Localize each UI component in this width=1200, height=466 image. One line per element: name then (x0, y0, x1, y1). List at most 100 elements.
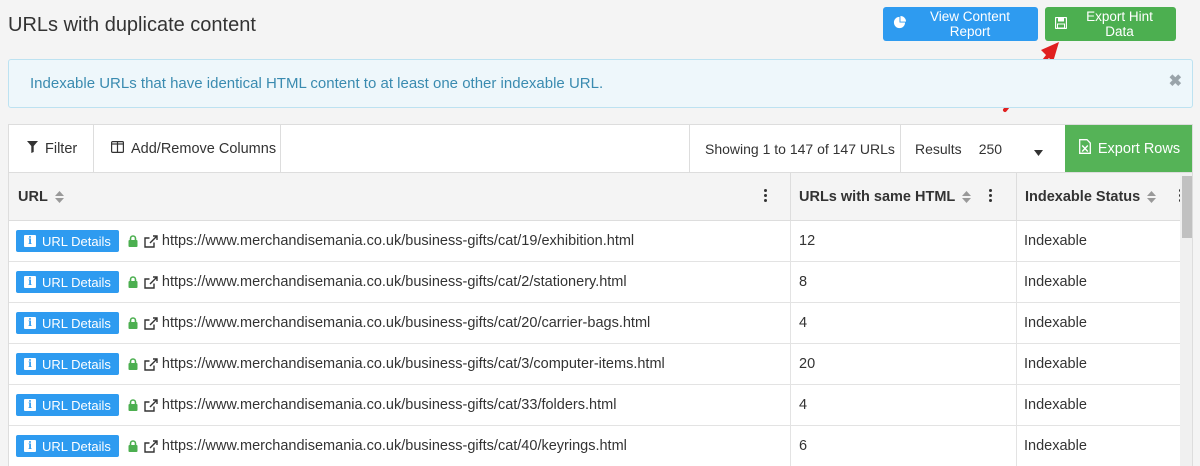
info-icon: i (24, 317, 36, 329)
url-text: https://www.merchandisemania.co.uk/busin… (161, 274, 627, 290)
info-icon: i (24, 358, 36, 370)
same-html-count: 6 (791, 426, 1017, 466)
url-cell: i URL Details https://www.merchandiseman… (9, 221, 791, 261)
add-remove-columns-button[interactable]: Add/Remove Columns (94, 125, 281, 172)
table-body: i URL Details https://www.merchandiseman… (9, 221, 1180, 466)
column-header-status-label: Indexable Status (1025, 188, 1141, 205)
table-row: i URL Details https://www.merchandiseman… (9, 385, 1180, 426)
url-text: https://www.merchandisemania.co.uk/busin… (161, 397, 617, 413)
kebab-icon[interactable] (989, 189, 993, 202)
lock-icon (128, 440, 138, 452)
columns-icon (111, 140, 125, 157)
url-details-label: URL Details (42, 356, 111, 372)
page-title: URLs with duplicate content (8, 14, 256, 36)
same-html-count: 8 (791, 262, 1017, 302)
filter-button[interactable]: Filter (9, 125, 94, 172)
column-header-url[interactable]: URL (9, 173, 791, 220)
url-cell: i URL Details https://www.merchandiseman… (9, 344, 791, 384)
close-icon[interactable]: ✖ (1169, 71, 1182, 91)
url-cell: i URL Details https://www.merchandiseman… (9, 262, 791, 302)
info-icon: i (24, 440, 36, 452)
url-cell: i URL Details https://www.merchandiseman… (9, 426, 791, 466)
lock-icon (128, 276, 138, 288)
results-label: Results (915, 140, 962, 157)
column-header-indexable-status[interactable]: Indexable Status (1017, 173, 1187, 220)
results-panel: Filter Add/Remove Columns Showing 1 to 1… (8, 124, 1193, 466)
same-html-count: 12 (791, 221, 1017, 261)
export-hint-data-label: Export Hint Data (1086, 9, 1153, 39)
table-toolbar: Filter Add/Remove Columns Showing 1 to 1… (9, 125, 1192, 173)
url-details-button[interactable]: i URL Details (16, 230, 119, 252)
url-details-button[interactable]: i URL Details (16, 394, 119, 416)
column-header-same-html-label: URLs with same HTML (799, 188, 956, 205)
url-details-label: URL Details (42, 438, 111, 454)
external-link-icon[interactable] (144, 439, 158, 453)
scrollbar-thumb[interactable] (1182, 176, 1192, 238)
vertical-scrollbar[interactable] (1180, 173, 1192, 466)
indexable-status: Indexable (1024, 397, 1087, 413)
indexable-status: Indexable (1024, 315, 1087, 331)
external-link-icon[interactable] (144, 357, 158, 371)
filter-label: Filter (45, 140, 78, 157)
indexable-status: Indexable (1024, 438, 1087, 454)
info-icon: i (24, 399, 36, 411)
same-html-count: 4 (791, 385, 1017, 425)
sort-icon[interactable] (54, 190, 64, 203)
lock-icon (128, 317, 138, 329)
url-details-button[interactable]: i URL Details (16, 353, 119, 375)
indexable-status: Indexable (1024, 233, 1087, 249)
url-details-button[interactable]: i URL Details (16, 435, 119, 457)
showing-count: Showing 1 to 147 of 147 URLs (689, 125, 901, 172)
table-row: i URL Details https://www.merchandiseman… (9, 303, 1180, 344)
filter-icon (27, 140, 38, 157)
kebab-icon[interactable] (764, 189, 768, 202)
table-row: i URL Details https://www.merchandiseman… (9, 426, 1180, 466)
table-row: i URL Details https://www.merchandiseman… (9, 344, 1180, 385)
external-link-icon[interactable] (144, 398, 158, 412)
external-link-icon[interactable] (144, 275, 158, 289)
url-details-label: URL Details (42, 233, 111, 249)
external-link-icon[interactable] (144, 234, 158, 248)
external-link-icon[interactable] (144, 316, 158, 330)
results-per-page-select[interactable]: Results 250 (901, 125, 1065, 172)
indexable-status: Indexable (1024, 274, 1087, 290)
pie-chart-icon (893, 16, 906, 32)
lock-icon (128, 235, 138, 247)
view-content-report-button[interactable]: View Content Report (883, 7, 1038, 41)
url-details-button[interactable]: i URL Details (16, 312, 119, 334)
caret-down-icon (1034, 144, 1043, 160)
url-details-label: URL Details (42, 397, 111, 413)
export-rows-label: Export Rows (1097, 140, 1181, 157)
url-text: https://www.merchandisemania.co.uk/busin… (161, 233, 635, 249)
column-header-same-html[interactable]: URLs with same HTML (791, 173, 1017, 220)
url-text: https://www.merchandisemania.co.uk/busin… (161, 356, 665, 372)
lock-icon (128, 358, 138, 370)
save-icon (1054, 16, 1068, 32)
info-icon: i (24, 235, 36, 247)
table-row: i URL Details https://www.merchandiseman… (9, 262, 1180, 303)
excel-icon (1078, 139, 1091, 158)
url-details-button[interactable]: i URL Details (16, 271, 119, 293)
export-rows-button[interactable]: Export Rows (1065, 125, 1192, 172)
results-value: 250 (978, 140, 1003, 157)
sort-icon[interactable] (962, 190, 972, 203)
url-text: https://www.merchandisemania.co.uk/busin… (161, 438, 627, 454)
same-html-count: 20 (791, 344, 1017, 384)
info-text: Indexable URLs that have identical HTML … (30, 75, 604, 92)
url-cell: i URL Details https://www.merchandiseman… (9, 303, 791, 343)
url-details-label: URL Details (42, 274, 111, 290)
same-html-count: 4 (791, 303, 1017, 343)
info-icon: i (24, 276, 36, 288)
export-hint-data-button[interactable]: Export Hint Data (1045, 7, 1176, 41)
add-remove-columns-label: Add/Remove Columns (131, 140, 277, 157)
lock-icon (128, 399, 138, 411)
table-row: i URL Details https://www.merchandiseman… (9, 221, 1180, 262)
url-cell: i URL Details https://www.merchandiseman… (9, 385, 791, 425)
indexable-status: Indexable (1024, 356, 1087, 372)
table-header: URL URLs with same HTML Indexable Status (9, 173, 1192, 221)
url-details-label: URL Details (42, 315, 111, 331)
column-header-url-label: URL (18, 188, 48, 205)
view-content-report-label: View Content Report (929, 9, 1011, 39)
url-text: https://www.merchandisemania.co.uk/busin… (161, 315, 651, 331)
sort-icon[interactable] (1147, 190, 1157, 203)
